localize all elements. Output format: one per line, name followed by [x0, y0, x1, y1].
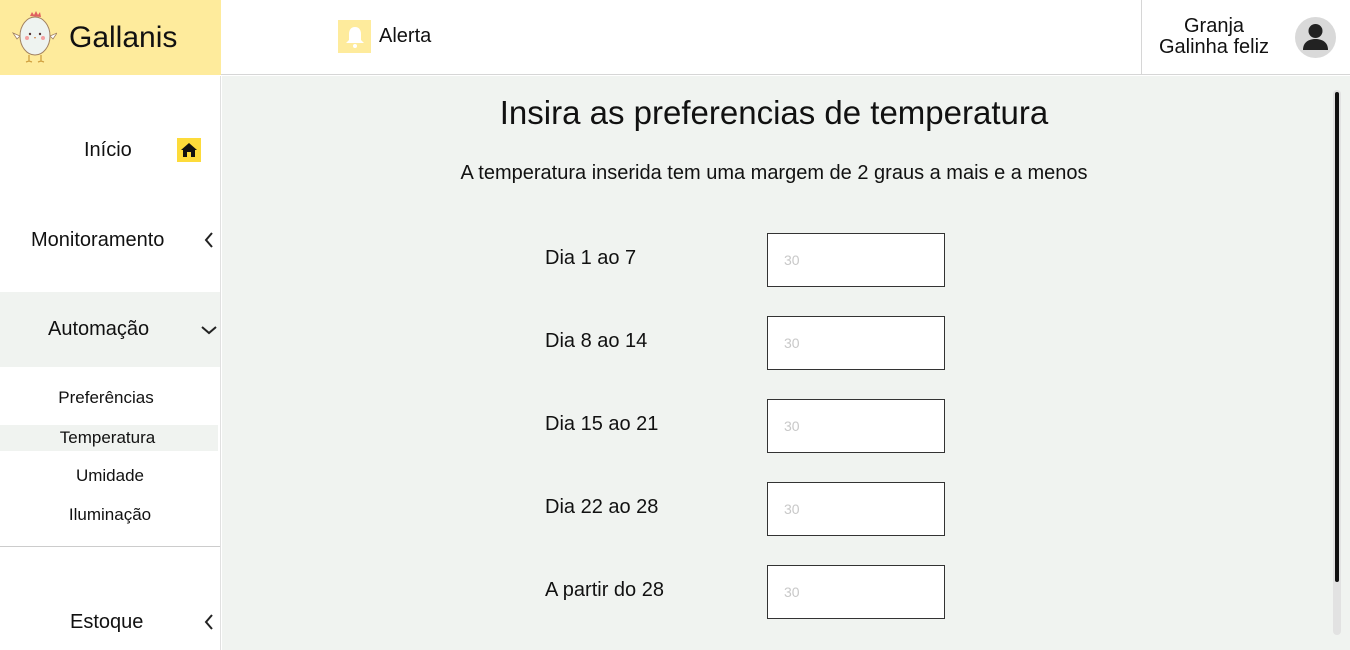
top-bar: Gallanis Alerta Granja Galinha feliz	[0, 0, 1350, 75]
sidebar-label: Estoque	[70, 610, 144, 633]
sidebar-label: Automação	[48, 318, 150, 340]
subitem-iluminacao[interactable]: Iluminação	[0, 502, 220, 528]
temperature-input-day-8-14[interactable]	[767, 316, 945, 370]
brand[interactable]: Gallanis	[0, 0, 221, 75]
farm-name: Granja Galinha feliz	[1142, 16, 1286, 58]
sidebar-item-inicio[interactable]: Início	[0, 128, 220, 172]
bell-icon	[338, 20, 371, 53]
divider	[0, 546, 220, 547]
sidebar-label: Início	[84, 138, 132, 161]
user-profile[interactable]: Granja Galinha feliz	[1141, 0, 1350, 75]
main-content: Insira as preferencias de temperatura A …	[222, 76, 1350, 650]
row-label: Dia 1 ao 7	[545, 247, 637, 269]
farm-name-line2: Galinha feliz	[1158, 36, 1270, 58]
row-label: Dia 8 ao 14	[545, 330, 648, 352]
temperature-input-day-1-7[interactable]	[767, 233, 945, 287]
home-icon	[177, 138, 201, 162]
scrollbar-thumb[interactable]	[1335, 92, 1339, 582]
row-label: A partir do 28	[545, 579, 664, 601]
alert-button[interactable]: Alerta	[338, 20, 431, 53]
page-title: Insira as preferencias de temperatura	[499, 94, 1049, 131]
sidebar-item-monitoramento[interactable]: Monitoramento	[0, 218, 220, 262]
row-label: Dia 22 ao 28	[545, 496, 659, 518]
page-subtitle: A temperatura inserida tem uma margem de…	[460, 162, 1088, 184]
row-label: Dia 15 ao 21	[545, 413, 659, 435]
subitem-preferencias[interactable]: Preferências	[0, 385, 216, 411]
sidebar: Início Monitoramento Automação Preferênc…	[0, 76, 221, 650]
chevron-down-icon	[201, 326, 217, 335]
brand-name: Gallanis	[69, 20, 178, 54]
sidebar-item-estoque[interactable]: Estoque	[0, 600, 220, 644]
subitem-umidade[interactable]: Umidade	[0, 463, 220, 489]
alert-label: Alerta	[379, 25, 432, 47]
temperature-input-day-22-28[interactable]	[767, 482, 945, 536]
sidebar-label: Monitoramento	[31, 228, 165, 251]
temperature-input-after-28[interactable]	[767, 565, 945, 619]
subitem-temperatura[interactable]: Temperatura	[0, 425, 218, 451]
sidebar-item-automacao[interactable]: Automação	[0, 292, 220, 367]
farm-name-line1: Granja	[1183, 15, 1245, 37]
temperature-input-day-15-21[interactable]	[767, 399, 945, 453]
chevron-left-icon	[204, 232, 213, 248]
avatar-icon[interactable]	[1295, 17, 1336, 58]
chevron-left-icon	[204, 614, 213, 630]
chicken-logo-icon	[12, 11, 57, 63]
